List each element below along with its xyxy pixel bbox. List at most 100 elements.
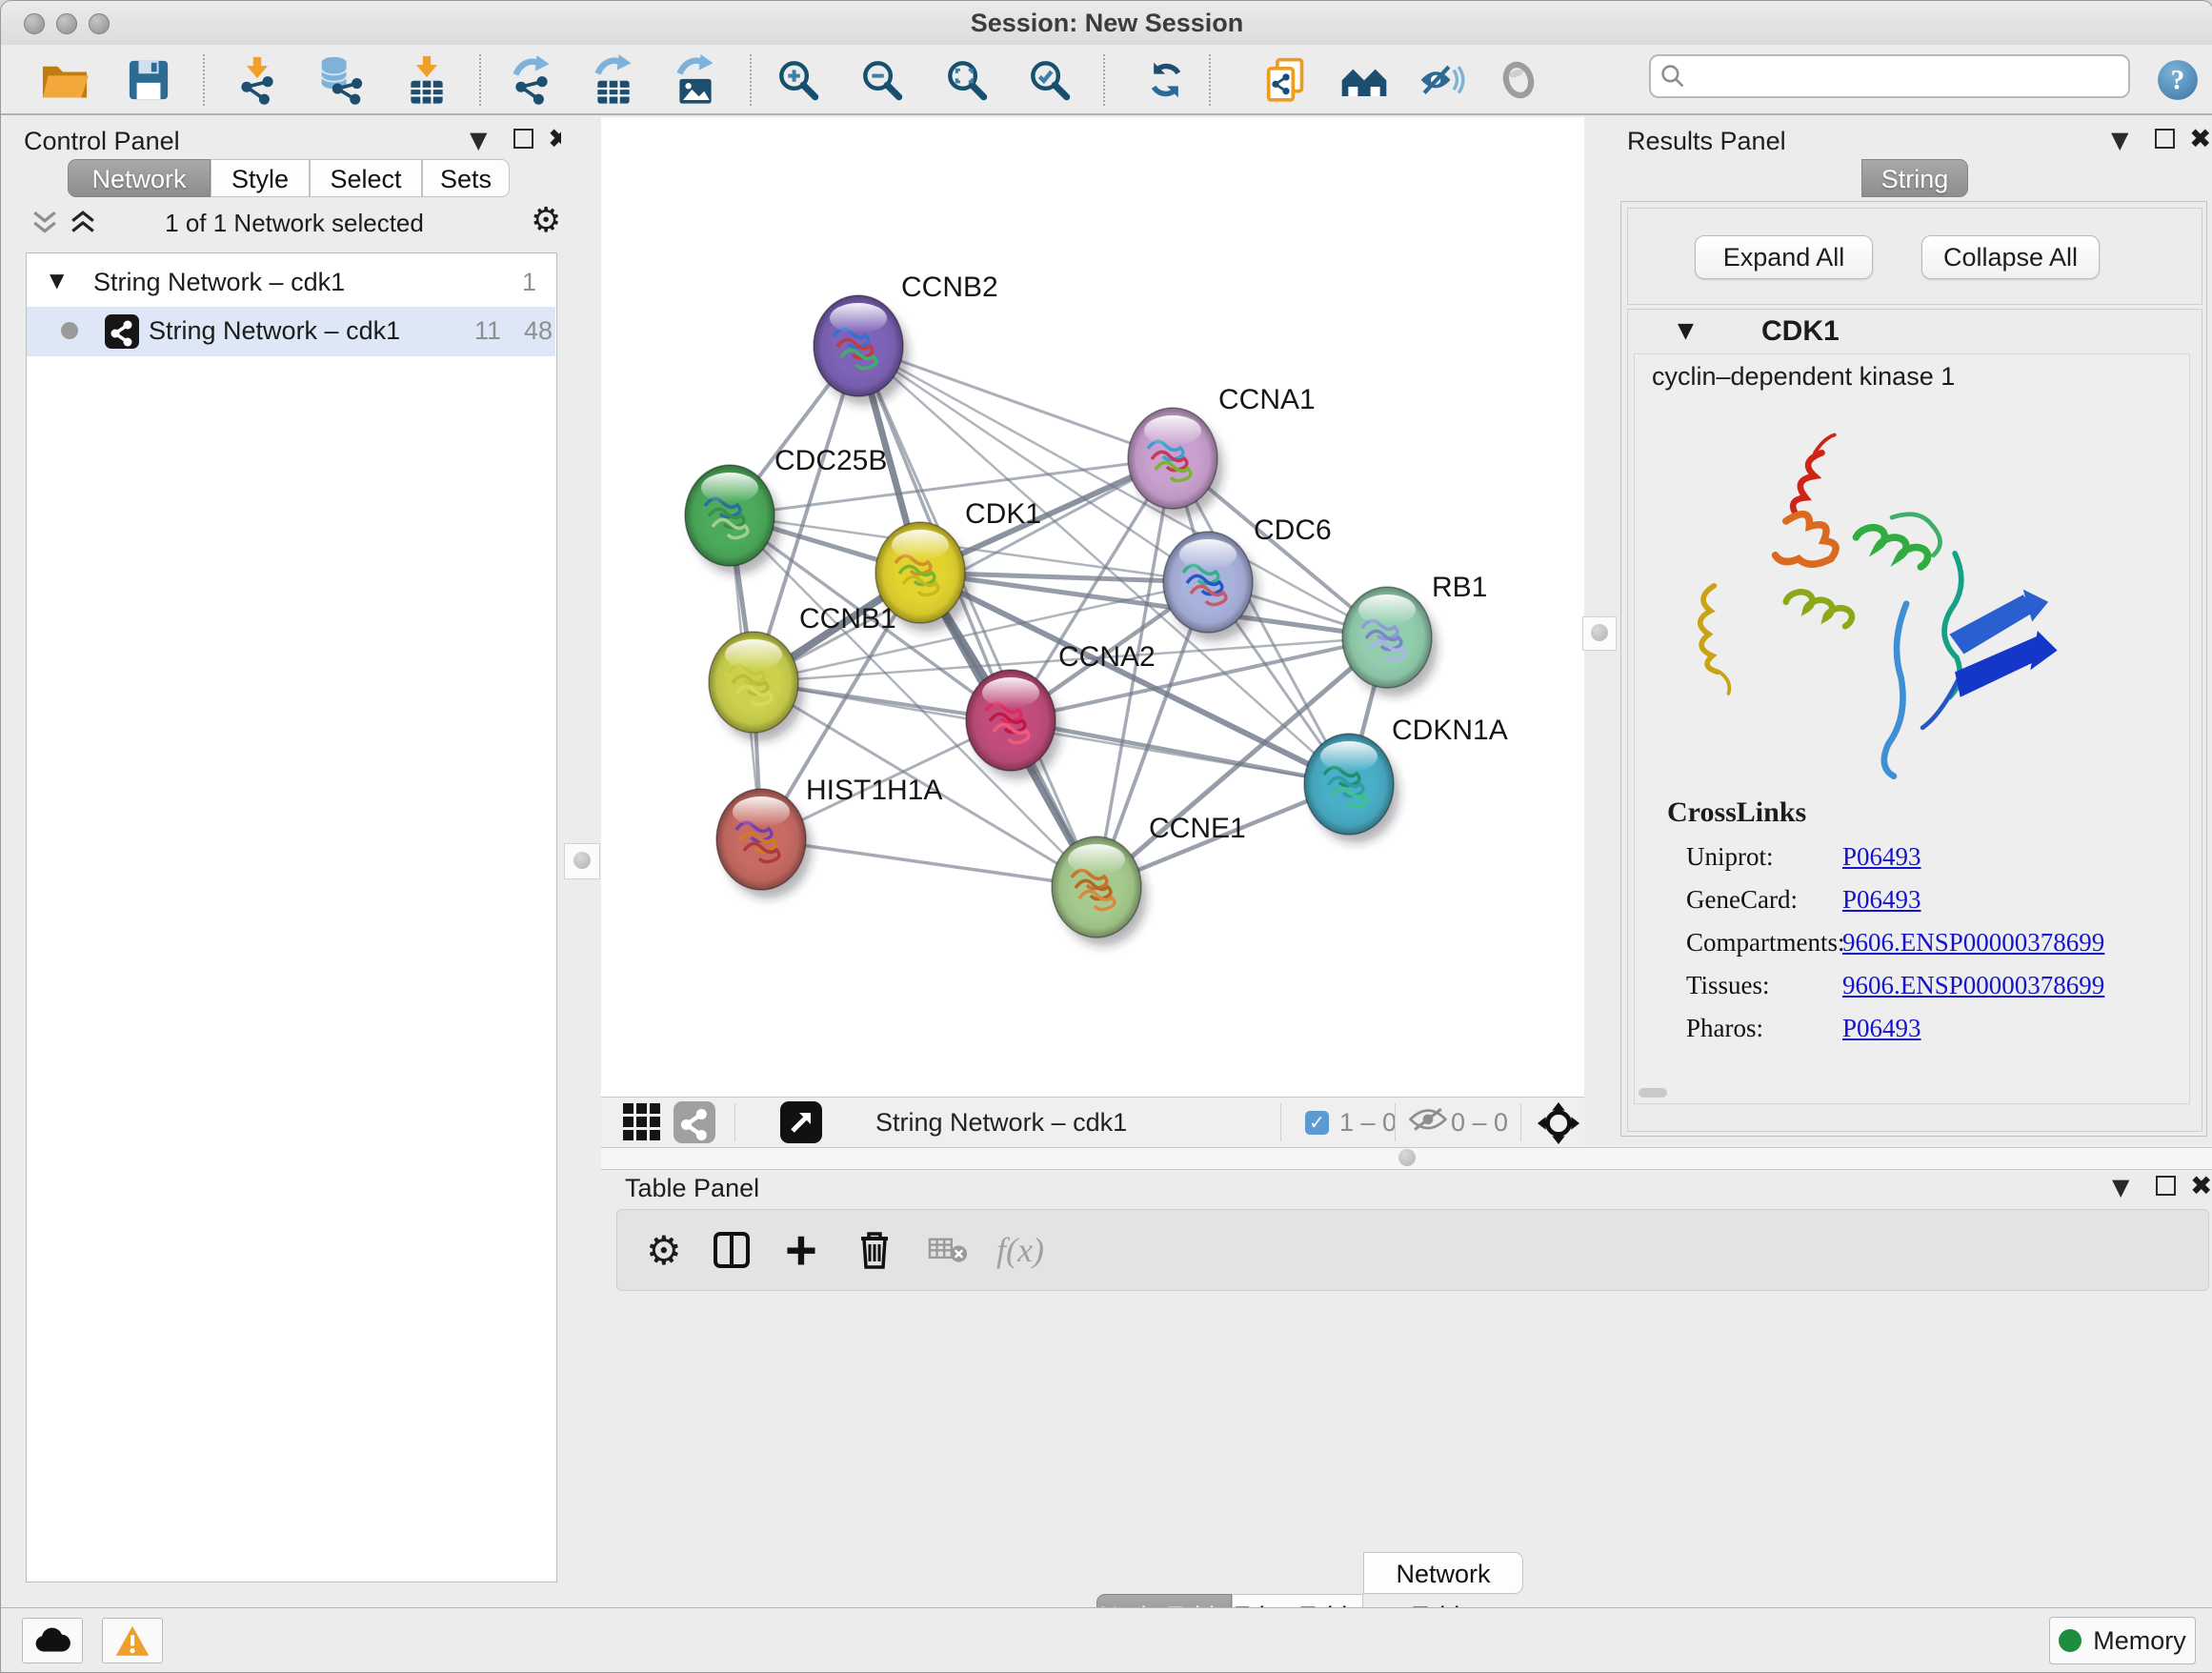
navigate-crosshair-icon[interactable]	[1537, 1101, 1580, 1150]
hidden-eye-slash-icon[interactable]	[1409, 1106, 1447, 1138]
grid-view-icon[interactable]	[622, 1102, 662, 1147]
float-panel-icon[interactable]: ▼	[2112, 1174, 2129, 1200]
warnings-button[interactable]	[102, 1618, 163, 1663]
crosslink-label: Uniprot:	[1686, 842, 1774, 871]
right-splitter[interactable]	[1584, 117, 1616, 1147]
open-session-button[interactable]	[35, 52, 94, 108]
memory-status-icon	[2059, 1629, 2081, 1652]
import-network-database-button[interactable]	[312, 52, 371, 108]
show-columns-icon[interactable]	[713, 1223, 751, 1277]
node-label-HIST1H1A: HIST1H1A	[806, 775, 942, 806]
table-settings-gear-icon[interactable]: ⚙	[646, 1223, 682, 1277]
expand-all-button[interactable]: Expand All	[1695, 235, 1873, 279]
close-window-icon[interactable]	[24, 13, 45, 34]
tab-network[interactable]: Network	[68, 159, 211, 197]
close-panel-icon[interactable]: ✖	[2190, 1170, 2212, 1201]
zoom-window-icon[interactable]	[89, 13, 110, 34]
birds-eye-view-button[interactable]	[1489, 52, 1548, 108]
expand-all-networks-icon[interactable]	[70, 211, 96, 238]
export-network-button[interactable]	[502, 52, 561, 108]
hide-graphics-details-button[interactable]	[1413, 52, 1472, 108]
crosslink-link[interactable]: 9606.ENSP00000378699	[1842, 971, 2104, 1000]
network-edge-CCNA2-CDKN1A[interactable]	[1011, 720, 1349, 784]
network-node-CDKN1A[interactable]: CDKN1A	[1304, 715, 1508, 843]
crosslink-row: Compartments: 9606.ENSP00000378699	[1686, 928, 1844, 957]
maximize-panel-icon[interactable]	[2156, 1176, 2176, 1196]
export-table-icon	[591, 54, 636, 106]
maximize-panel-icon[interactable]	[2155, 129, 2175, 149]
export-table-button[interactable]	[584, 52, 643, 108]
network-node-CDK1[interactable]: CDK1	[875, 498, 1041, 632]
collection-expand-icon[interactable]: ▼	[50, 269, 64, 292]
clone-network-button[interactable]	[1257, 52, 1316, 108]
import-database-icon	[318, 55, 364, 105]
tab-network-table[interactable]: Network Table	[1363, 1552, 1523, 1594]
float-panel-icon[interactable]: ▼	[2111, 127, 2128, 153]
table-panel: Table Panel ▼ ✖ ⚙ + f(x) shared name	[601, 1168, 2212, 1607]
gene-name: CDK1	[1761, 315, 1840, 348]
gene-collapse-icon[interactable]: ▼	[1678, 319, 1694, 343]
help-icon: ?	[2156, 58, 2200, 102]
cloud-icon	[33, 1627, 71, 1653]
delete-column-trash-icon[interactable]	[857, 1223, 892, 1277]
float-panel-icon[interactable]: ▼	[470, 127, 487, 153]
results-hscrollbar[interactable]	[1639, 1088, 1667, 1098]
add-column-icon[interactable]: +	[785, 1223, 817, 1277]
tab-style[interactable]: Style	[211, 159, 310, 197]
node-label-CCNE1: CCNE1	[1149, 813, 1246, 844]
zoom-selected-button[interactable]	[1020, 52, 1079, 108]
tab-sets[interactable]: Sets	[422, 159, 510, 197]
delete-table-icon[interactable]	[928, 1223, 968, 1277]
tab-select[interactable]: Select	[310, 159, 422, 197]
detach-view-icon[interactable]	[780, 1101, 822, 1143]
gene-detail-box: cyclin–dependent kinase 1	[1634, 353, 2190, 1104]
automation-cloud-button[interactable]	[22, 1618, 83, 1663]
main-toolbar: ?	[1, 45, 2212, 115]
network-graph[interactable]: CCNB2CCNA1CDC25BCDC6CDK1RB1CCNB1CCNA2CDK…	[601, 117, 1584, 1097]
minimize-window-icon[interactable]	[56, 13, 77, 34]
search-field[interactable]	[1649, 54, 2130, 98]
zoom-in-button[interactable]	[769, 52, 828, 108]
left-splitter[interactable]	[561, 117, 601, 1586]
import-network-file-button[interactable]	[228, 52, 287, 108]
zoom-fit-button[interactable]	[937, 52, 996, 108]
crosslink-row: Pharos: P06493	[1686, 1014, 1763, 1043]
crosslink-label: GeneCard:	[1686, 885, 1798, 914]
splitter-handle[interactable]	[1398, 1149, 1416, 1166]
close-panel-icon[interactable]: ✖	[2189, 123, 2211, 154]
network-node-CDC6[interactable]: CDC6	[1163, 514, 1332, 641]
network-options-gear-icon[interactable]: ⚙	[531, 201, 561, 240]
network-node-RB1[interactable]: RB1	[1342, 572, 1487, 696]
crosslink-link[interactable]: P06493	[1842, 885, 1921, 915]
selected-checkbox-icon[interactable]: ✓	[1305, 1111, 1329, 1135]
network-node-CCNE1[interactable]: CCNE1	[1052, 813, 1246, 946]
crosslink-link[interactable]: 9606.ENSP00000378699	[1842, 928, 2104, 957]
results-panel-title: Results Panel	[1627, 127, 1786, 156]
network-canvas[interactable]: CCNB2CCNA1CDC25BCDC6CDK1RB1CCNB1CCNA2CDK…	[601, 117, 1584, 1097]
refresh-button[interactable]	[1136, 52, 1196, 108]
crosslink-link[interactable]: P06493	[1842, 1014, 1921, 1043]
tab-string[interactable]: String	[1861, 159, 1968, 197]
first-neighbors-button[interactable]	[1335, 52, 1394, 108]
save-session-button[interactable]	[119, 52, 178, 108]
bottom-splitter[interactable]	[601, 1147, 2212, 1170]
function-builder-icon[interactable]: f(x)	[996, 1223, 1044, 1277]
network-node-HIST1H1A[interactable]: HIST1H1A	[716, 775, 942, 898]
share-view-icon[interactable]	[674, 1101, 715, 1143]
search-input[interactable]	[1685, 62, 2099, 91]
splitter-handle[interactable]	[564, 843, 600, 879]
memory-button[interactable]: Memory	[2049, 1617, 2196, 1664]
help-button[interactable]: ?	[2148, 52, 2207, 108]
maximize-panel-icon[interactable]	[513, 129, 533, 149]
network-collection-row[interactable]: ▼ String Network – cdk1 1	[27, 261, 555, 307]
splitter-handle[interactable]	[1582, 616, 1617, 651]
network-row-selected[interactable]: String Network – cdk1 11 48	[27, 307, 555, 356]
node-label-CCNB2: CCNB2	[901, 272, 998, 303]
collapse-all-button[interactable]: Collapse All	[1921, 235, 2100, 279]
gene-section: ▼ CDK1 cyclin–dependent kinase 1	[1627, 309, 2202, 1132]
export-image-button[interactable]	[666, 52, 725, 108]
zoom-out-button[interactable]	[853, 52, 912, 108]
import-table-button[interactable]	[397, 52, 456, 108]
crosslink-link[interactable]: P06493	[1842, 842, 1921, 872]
collapse-all-networks-icon[interactable]	[31, 211, 58, 238]
